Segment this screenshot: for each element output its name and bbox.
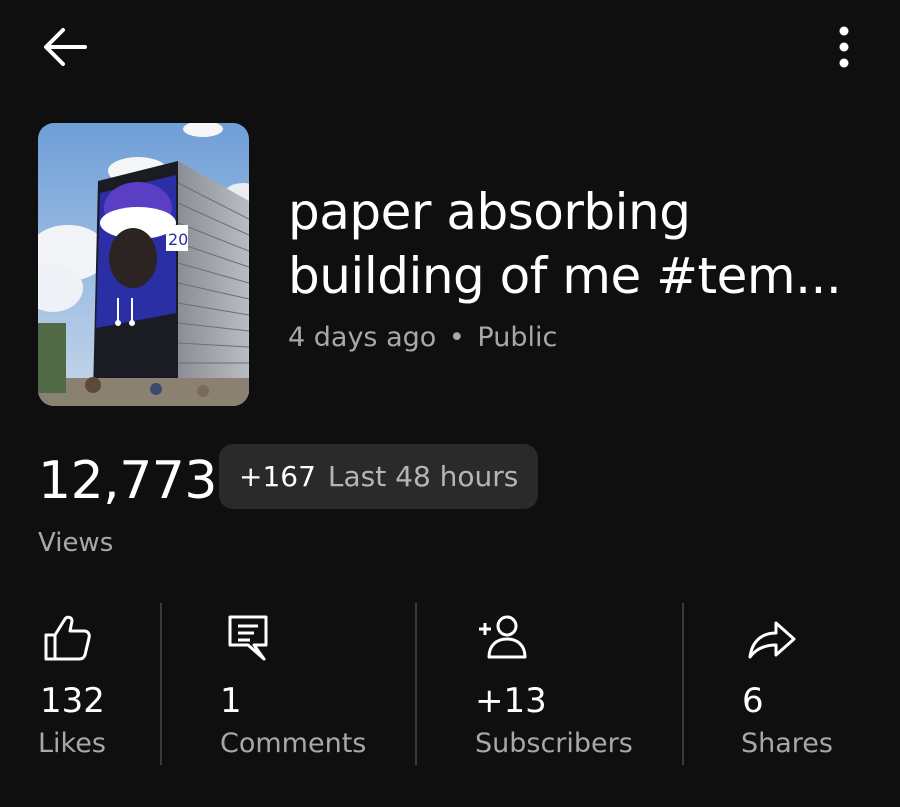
video-thumbnail[interactable]: 20 [38,123,249,406]
likes-value: 132 [40,681,105,721]
stat-likes[interactable]: 132 Likes [0,603,160,768]
subscribers-label: Subscribers [475,728,633,759]
shares-label: Shares [741,728,833,759]
comments-label: Comments [220,728,367,759]
stat-subscribers[interactable]: +13 Subscribers [417,603,682,768]
views-delta-chip: +167 Last 48 hours [219,444,539,509]
video-title: paper absorbing building of me #tem... [288,183,842,305]
posted-time: 4 days ago [288,322,437,353]
svg-text:20: 20 [168,230,188,249]
video-analytics-screen: 20 paper absorbing building of me #tem..… [0,0,900,807]
share-icon [748,621,796,659]
thumbnail-image: 20 [38,123,249,406]
comments-value: 1 [220,681,242,721]
meta-separator: • [448,322,465,353]
views-delta-value: +167 [239,460,316,493]
add-person-icon [479,615,527,659]
more-vertical-icon [839,26,849,68]
engagement-stats: 132 Likes 1 Comments +13 Subscribers 6 S… [0,603,900,768]
video-meta: 4 days ago • Public [288,322,557,353]
stat-shares[interactable]: 6 Shares [684,603,900,768]
stat-comments[interactable]: 1 Comments [162,603,415,768]
thumbs-up-icon [44,615,91,661]
back-button[interactable] [36,22,92,72]
shares-value: 6 [742,681,764,721]
subscribers-value: +13 [475,681,547,721]
likes-label: Likes [38,728,106,759]
comment-icon [228,615,268,661]
visibility-status: Public [477,322,558,353]
views-count: 12,773 [38,451,217,511]
arrow-left-icon [44,28,87,66]
views-delta-label: Last 48 hours [327,460,519,493]
more-options-button[interactable] [822,22,866,72]
views-label: Views [38,528,114,558]
